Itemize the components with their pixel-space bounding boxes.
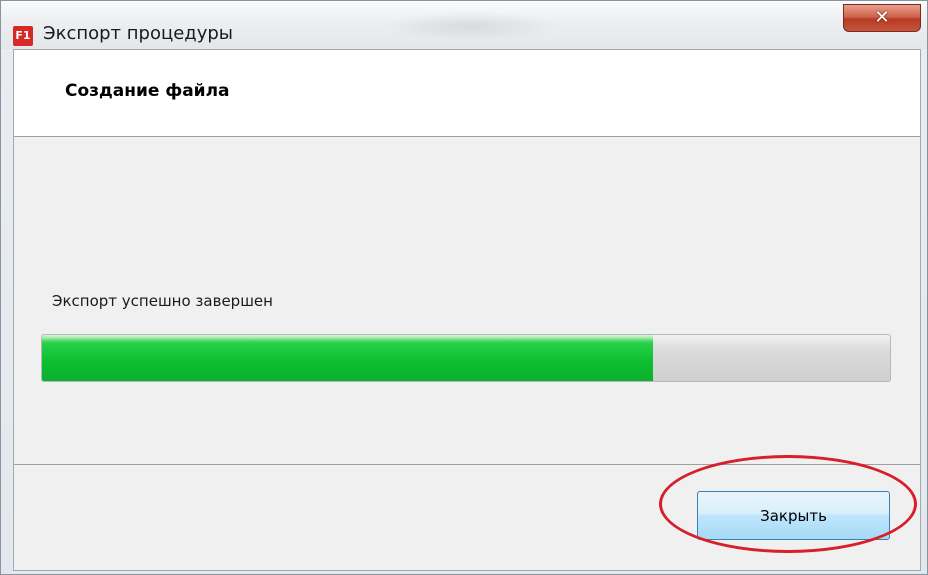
header-title: Создание файла: [65, 81, 230, 101]
app-icon: F1: [13, 26, 33, 46]
close-icon: ✕: [874, 7, 890, 28]
close-button[interactable]: Закрыть: [697, 491, 890, 540]
window-close-button[interactable]: ✕: [843, 4, 921, 32]
export-dialog-window: F1 Экспорт процедуры ✕ Создание файла Эк…: [0, 0, 928, 575]
title-bar[interactable]: F1 Экспорт процедуры ✕: [1, 1, 927, 49]
status-text: Экспорт успешно завершен: [52, 292, 273, 310]
dialog-client-area: Создание файла Экспорт успешно завершен …: [13, 49, 921, 571]
export-progress-bar: [41, 334, 891, 382]
footer-divider: [14, 464, 920, 465]
window-title: Экспорт процедуры: [43, 23, 234, 44]
progress-bar-fill: [42, 335, 653, 381]
dialog-header: Создание файла: [14, 50, 920, 137]
